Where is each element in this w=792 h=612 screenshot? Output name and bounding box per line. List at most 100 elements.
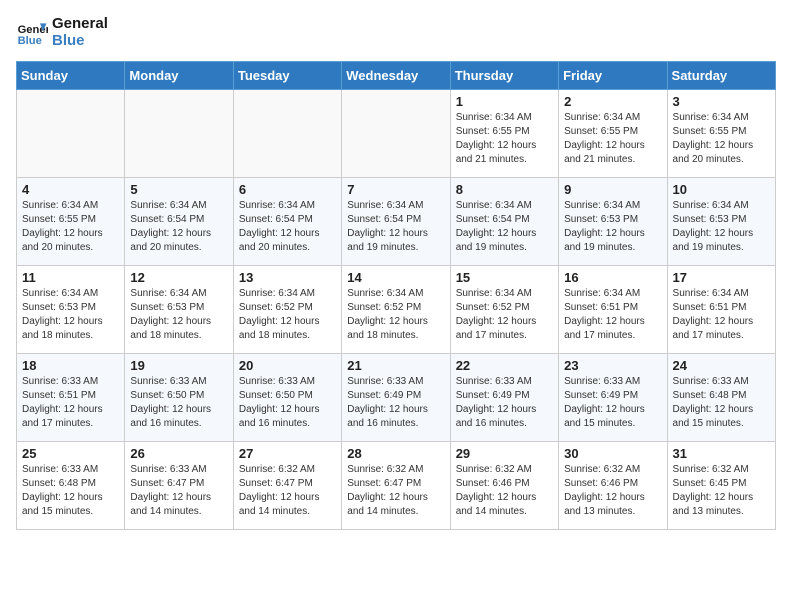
day-number: 3 [673, 94, 770, 109]
day-number: 17 [673, 270, 770, 285]
header-cell-friday: Friday [559, 62, 667, 90]
logo-line1: General [52, 16, 108, 33]
day-info: Sunrise: 6:33 AM Sunset: 6:49 PM Dayligh… [347, 375, 444, 431]
calendar-table: SundayMondayTuesdayWednesdayThursdayFrid… [16, 61, 776, 530]
day-number: 11 [22, 270, 119, 285]
day-info: Sunrise: 6:32 AM Sunset: 6:46 PM Dayligh… [564, 463, 661, 519]
calendar-cell: 10 Sunrise: 6:34 AM Sunset: 6:53 PM Dayli… [667, 178, 775, 266]
day-number: 12 [130, 270, 227, 285]
header-cell-sunday: Sunday [17, 62, 125, 90]
calendar-cell: 2 Sunrise: 6:34 AM Sunset: 6:55 PM Daylig… [559, 90, 667, 178]
day-number: 22 [456, 358, 553, 373]
logo-line2: Blue [52, 33, 108, 50]
day-number: 9 [564, 182, 661, 197]
calendar-cell [125, 90, 233, 178]
day-number: 31 [673, 446, 770, 461]
day-info: Sunrise: 6:34 AM Sunset: 6:55 PM Dayligh… [22, 199, 119, 255]
day-info: Sunrise: 6:32 AM Sunset: 6:45 PM Dayligh… [673, 463, 770, 519]
day-number: 1 [456, 94, 553, 109]
calendar-cell: 5Sunrise: 6:34 AM Sunset: 6:54 PM Daylig… [125, 178, 233, 266]
day-number: 10 [673, 182, 770, 197]
calendar-cell [342, 90, 450, 178]
day-number: 23 [564, 358, 661, 373]
calendar-cell: 13 Sunrise: 6:34 AM Sunset: 6:52 PM Dayli… [233, 266, 341, 354]
day-info: Sunrise: 6:33 AM Sunset: 6:49 PM Dayligh… [564, 375, 661, 431]
calendar-cell: 11 Sunrise: 6:34 AM Sunset: 6:53 PM Dayli… [17, 266, 125, 354]
week-row-0: 1 Sunrise: 6:34 AM Sunset: 6:55 PM Daylig… [17, 90, 776, 178]
calendar-cell: 25Sunrise: 6:33 AM Sunset: 6:48 PM Dayli… [17, 442, 125, 530]
day-number: 27 [239, 446, 336, 461]
day-number: 20 [239, 358, 336, 373]
day-number: 6 [239, 182, 336, 197]
svg-text:Blue: Blue [18, 35, 42, 47]
page-header: General Blue General Blue [16, 16, 776, 49]
day-info: Sunrise: 6:34 AM Sunset: 6:52 PM Dayligh… [456, 287, 553, 343]
calendar-cell: 3 Sunrise: 6:34 AM Sunset: 6:55 PM Daylig… [667, 90, 775, 178]
calendar-cell: 19 Sunrise: 6:33 AM Sunset: 6:50 PM Dayli… [125, 354, 233, 442]
calendar-cell: 21 Sunrise: 6:33 AM Sunset: 6:49 PM Dayli… [342, 354, 450, 442]
calendar-cell [233, 90, 341, 178]
header-cell-thursday: Thursday [450, 62, 558, 90]
calendar-cell: 6 Sunrise: 6:34 AM Sunset: 6:54 PM Daylig… [233, 178, 341, 266]
logo: General Blue General Blue [16, 16, 108, 49]
calendar-cell: 14 Sunrise: 6:34 AM Sunset: 6:52 PM Dayli… [342, 266, 450, 354]
day-info: Sunrise: 6:34 AM Sunset: 6:51 PM Dayligh… [564, 287, 661, 343]
day-info: Sunrise: 6:33 AM Sunset: 6:48 PM Dayligh… [673, 375, 770, 431]
calendar-cell: 1Sunrise: 6:34 AM Sunset: 6:55 PM Daylig… [450, 90, 558, 178]
day-info: Sunrise: 6:33 AM Sunset: 6:51 PM Dayligh… [22, 375, 119, 431]
day-number: 24 [673, 358, 770, 373]
day-info: Sunrise: 6:34 AM Sunset: 6:55 PM Dayligh… [673, 111, 770, 167]
day-number: 14 [347, 270, 444, 285]
day-number: 16 [564, 270, 661, 285]
day-info: Sunrise: 6:34 AM Sunset: 6:52 PM Dayligh… [239, 287, 336, 343]
header-cell-wednesday: Wednesday [342, 62, 450, 90]
day-info: Sunrise: 6:32 AM Sunset: 6:46 PM Dayligh… [456, 463, 553, 519]
day-number: 13 [239, 270, 336, 285]
calendar-cell: 30 Sunrise: 6:32 AM Sunset: 6:46 PM Dayli… [559, 442, 667, 530]
calendar-cell: 16 Sunrise: 6:34 AM Sunset: 6:51 PM Dayli… [559, 266, 667, 354]
day-info: Sunrise: 6:34 AM Sunset: 6:52 PM Dayligh… [347, 287, 444, 343]
day-number: 28 [347, 446, 444, 461]
day-number: 19 [130, 358, 227, 373]
day-info: Sunrise: 6:33 AM Sunset: 6:50 PM Dayligh… [130, 375, 227, 431]
day-info: Sunrise: 6:32 AM Sunset: 6:47 PM Dayligh… [347, 463, 444, 519]
day-number: 25 [22, 446, 119, 461]
calendar-cell: 15 Sunrise: 6:34 AM Sunset: 6:52 PM Dayli… [450, 266, 558, 354]
calendar-cell: 28 Sunrise: 6:32 AM Sunset: 6:47 PM Dayli… [342, 442, 450, 530]
day-info: Sunrise: 6:34 AM Sunset: 6:53 PM Dayligh… [673, 199, 770, 255]
day-number: 15 [456, 270, 553, 285]
calendar-cell: 7 Sunrise: 6:34 AM Sunset: 6:54 PM Daylig… [342, 178, 450, 266]
calendar-cell: 9 Sunrise: 6:34 AM Sunset: 6:53 PM Daylig… [559, 178, 667, 266]
day-info: Sunrise: 6:33 AM Sunset: 6:50 PM Dayligh… [239, 375, 336, 431]
week-row-4: 25Sunrise: 6:33 AM Sunset: 6:48 PM Dayli… [17, 442, 776, 530]
day-number: 4 [22, 182, 119, 197]
calendar-cell: 27Sunrise: 6:32 AM Sunset: 6:47 PM Dayli… [233, 442, 341, 530]
calendar-cell: 12 Sunrise: 6:34 AM Sunset: 6:53 PM Dayli… [125, 266, 233, 354]
calendar-cell: 20 Sunrise: 6:33 AM Sunset: 6:50 PM Dayli… [233, 354, 341, 442]
day-info: Sunrise: 6:34 AM Sunset: 6:54 PM Dayligh… [239, 199, 336, 255]
day-info: Sunrise: 6:34 AM Sunset: 6:53 PM Dayligh… [130, 287, 227, 343]
day-info: Sunrise: 6:34 AM Sunset: 6:54 PM Dayligh… [347, 199, 444, 255]
day-info: Sunrise: 6:34 AM Sunset: 6:53 PM Dayligh… [564, 199, 661, 255]
logo-icon: General Blue [16, 17, 48, 49]
day-number: 21 [347, 358, 444, 373]
day-number: 7 [347, 182, 444, 197]
day-info: Sunrise: 6:34 AM Sunset: 6:51 PM Dayligh… [673, 287, 770, 343]
calendar-cell: 17 Sunrise: 6:34 AM Sunset: 6:51 PM Dayli… [667, 266, 775, 354]
day-number: 2 [564, 94, 661, 109]
day-info: Sunrise: 6:34 AM Sunset: 6:53 PM Dayligh… [22, 287, 119, 343]
calendar-cell: 23 Sunrise: 6:33 AM Sunset: 6:49 PM Dayli… [559, 354, 667, 442]
day-number: 29 [456, 446, 553, 461]
day-number: 30 [564, 446, 661, 461]
header-row: SundayMondayTuesdayWednesdayThursdayFrid… [17, 62, 776, 90]
day-number: 8 [456, 182, 553, 197]
calendar-cell: 31 Sunrise: 6:32 AM Sunset: 6:45 PM Dayli… [667, 442, 775, 530]
day-info: Sunrise: 6:34 AM Sunset: 6:55 PM Dayligh… [564, 111, 661, 167]
calendar-cell: 26Sunrise: 6:33 AM Sunset: 6:47 PM Dayli… [125, 442, 233, 530]
header-cell-saturday: Saturday [667, 62, 775, 90]
calendar-header: SundayMondayTuesdayWednesdayThursdayFrid… [17, 62, 776, 90]
day-info: Sunrise: 6:33 AM Sunset: 6:47 PM Dayligh… [130, 463, 227, 519]
day-number: 18 [22, 358, 119, 373]
calendar-cell: 4 Sunrise: 6:34 AM Sunset: 6:55 PM Daylig… [17, 178, 125, 266]
calendar-cell: 24 Sunrise: 6:33 AM Sunset: 6:48 PM Dayli… [667, 354, 775, 442]
